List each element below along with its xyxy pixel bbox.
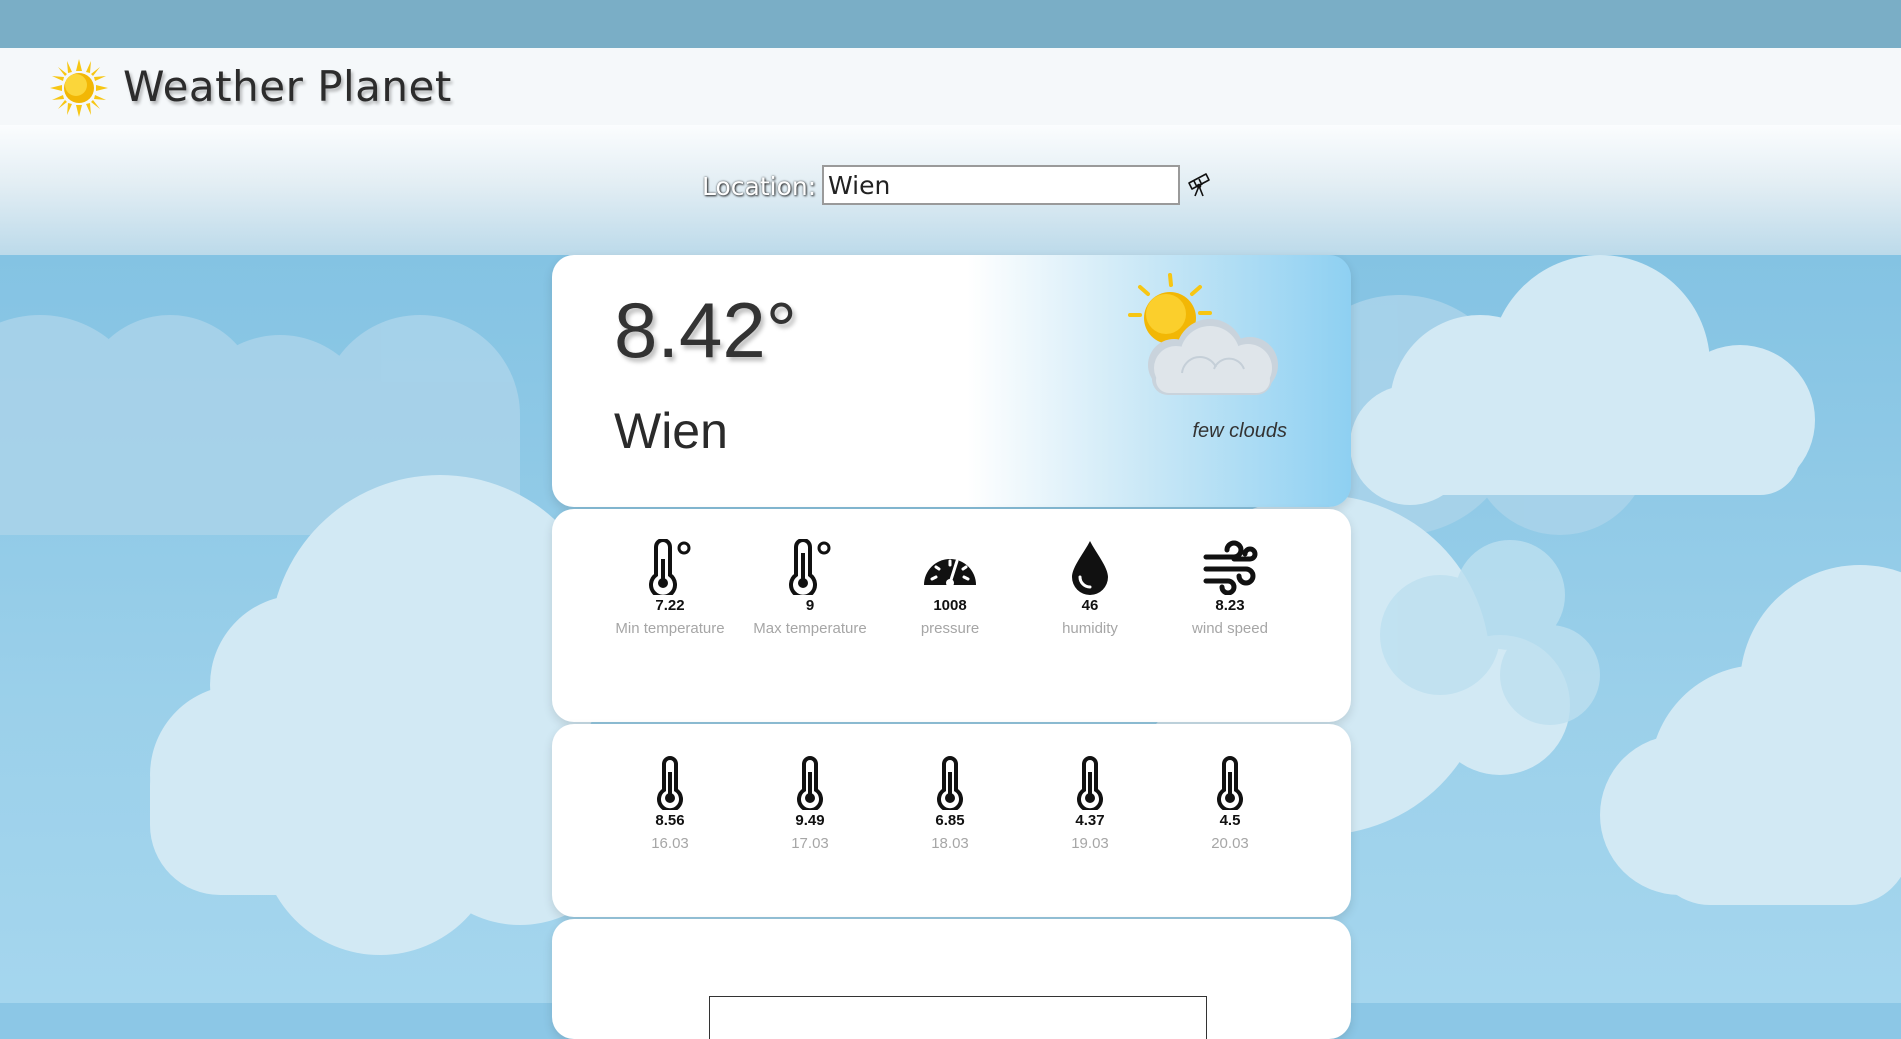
forecast-temp: 4.37 [1075, 812, 1105, 829]
app-title: Weather Planet [123, 62, 452, 111]
stat-wind-speed: 8.23 wind speed [1160, 539, 1300, 640]
forecast-day: 8.56 16.03 [600, 756, 740, 855]
current-weather-card: 8.42° Wien few clouds [552, 255, 1351, 507]
telescope-search-icon[interactable] [1186, 170, 1214, 198]
gauge-icon [924, 559, 976, 587]
thermometer-icon [789, 539, 831, 595]
thermometer-icon [1217, 756, 1243, 810]
forecast-day: 4.5 20.03 [1160, 756, 1300, 855]
thermometer-icon [797, 756, 823, 810]
forecast-temp: 4.5 [1219, 812, 1241, 829]
stat-pressure: 1008 pressure [880, 539, 1020, 640]
drop-icon [1072, 541, 1108, 595]
stat-label: wind speed [1192, 620, 1268, 637]
sun-cloud-icon [1128, 273, 1278, 395]
sun-logo-icon [50, 59, 108, 117]
stat-label: Max temperature [753, 620, 867, 637]
details-card: 7.22 Min temperature 9 Max temperature 1… [552, 509, 1351, 722]
location-input[interactable] [822, 165, 1180, 205]
stat-max-temperature: 9 Max temperature [740, 539, 880, 640]
stat-label: pressure [920, 620, 980, 637]
stat-humidity: 46 humidity [1020, 539, 1160, 640]
forecast-temp: 6.85 [935, 812, 965, 829]
stat-value: 9 [805, 597, 815, 614]
stat-value: 46 [1081, 597, 1099, 614]
forecast-date: 16.03 [651, 835, 689, 852]
forecast-date: 20.03 [1211, 835, 1249, 852]
forecast-day: 4.37 19.03 [1020, 756, 1160, 855]
forecast-date: 19.03 [1071, 835, 1109, 852]
forecast-day: 6.85 18.03 [880, 756, 1020, 855]
thermometer-icon [657, 756, 683, 810]
condition-text: few clouds [1192, 420, 1288, 442]
forecast-date: 17.03 [791, 835, 829, 852]
forecast-card: 8.56 16.03 9.49 17.03 6.85 18.03 4.37 19… [552, 724, 1351, 917]
forecast-day: 9.49 17.03 [740, 756, 880, 855]
thermometer-icon [937, 756, 963, 810]
stat-value: 7.22 [655, 597, 685, 614]
chart-frame [709, 996, 1207, 1039]
location-label: Location: [702, 172, 817, 201]
thermometer-icon [649, 539, 691, 595]
stat-label: Min temperature [615, 620, 725, 637]
thermometer-icon [1077, 756, 1103, 810]
stat-label: humidity [1062, 620, 1118, 637]
forecast-temp: 9.49 [795, 812, 825, 829]
stat-value: 1008 [933, 597, 967, 614]
city-name: Wien [614, 403, 728, 459]
wind-icon [1203, 540, 1258, 595]
current-temperature: 8.42° [614, 286, 798, 374]
forecast-temp: 8.56 [655, 812, 685, 829]
forecast-date: 18.03 [931, 835, 969, 852]
stat-min-temperature: 7.22 Min temperature [600, 539, 740, 640]
chart-card [552, 919, 1351, 1039]
top-bar [0, 0, 1901, 48]
stat-value: 8.23 [1215, 597, 1245, 614]
